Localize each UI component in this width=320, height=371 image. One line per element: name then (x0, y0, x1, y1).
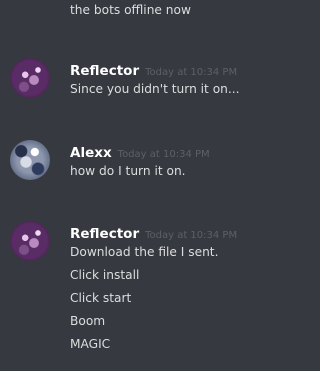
message-header: Reflector Today at 10:34 PM (70, 223, 237, 242)
message-text: Click install (70, 268, 140, 282)
author-name[interactable]: Alexx (70, 145, 112, 161)
timestamp: Today at 10:34 PM (145, 230, 238, 241)
message-header: Alexx Today at 10:34 PM (70, 142, 210, 161)
avatar[interactable] (10, 221, 50, 261)
avatar[interactable] (10, 140, 50, 180)
message-header: Reflector Today at 10:34 PM (70, 60, 237, 79)
message-text: MAGIC (70, 337, 111, 351)
author-name[interactable]: Reflector (70, 226, 139, 242)
message-text: the bots offline now (70, 3, 191, 17)
timestamp: Today at 10:34 PM (145, 67, 238, 78)
avatar[interactable] (10, 58, 50, 98)
message-text: how do I turn it on. (70, 164, 186, 178)
timestamp: Today at 10:34 PM (117, 149, 210, 160)
message-text: Download the file I sent. (70, 245, 219, 259)
message-text: Click start (70, 291, 132, 305)
author-name[interactable]: Reflector (70, 63, 139, 79)
message-text: Since you didn't turn it on... (70, 82, 240, 96)
message-text: Boom (70, 314, 106, 328)
